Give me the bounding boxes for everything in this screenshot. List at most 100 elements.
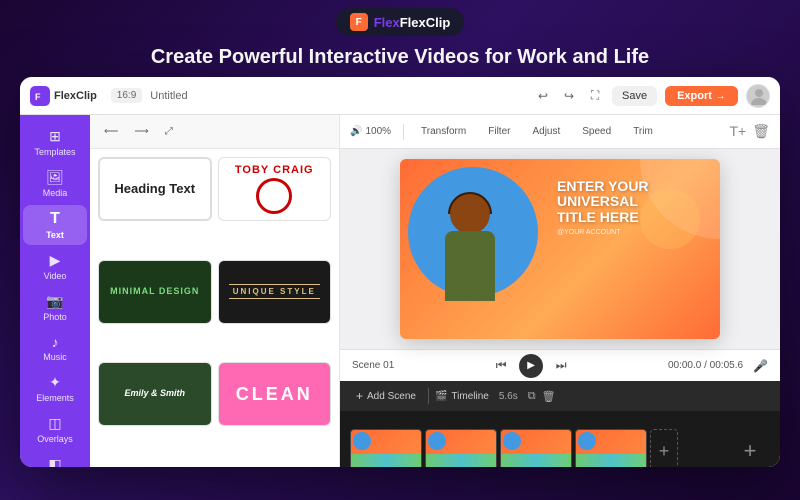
export-button[interactable]: Export →	[665, 86, 738, 106]
redo-icon[interactable]: ↪	[560, 87, 578, 105]
sidebar-label-overlays: Overlays	[37, 434, 73, 444]
app-header: F FlexClip 16:9 Untitled ↩ ↪ ⛶ Save Expo…	[20, 77, 780, 115]
skip-fwd-button[interactable]: ⏭	[551, 356, 571, 376]
project-name: Untitled	[150, 90, 187, 102]
sidebar-item-media[interactable]: 🖼 Media	[23, 164, 87, 203]
clip-thumb-4[interactable]	[575, 429, 647, 467]
sidebar-item-bkground[interactable]: ◧ BKground	[23, 451, 87, 467]
skip-back-button[interactable]: ⏮	[491, 356, 511, 376]
volume-icon: 🔊	[350, 126, 362, 137]
sidebar-item-overlays[interactable]: ◫ Overlays	[23, 410, 87, 449]
video-canvas[interactable]: ENTER YOUR UNIVERSAL TITLE HERE @YOUR AC…	[400, 159, 720, 339]
logo-badge: F FlexFlexClip	[336, 8, 465, 36]
canvas-person	[400, 169, 540, 329]
timeline-button[interactable]: 🎬 Timeline	[435, 391, 489, 402]
undo-icon[interactable]: ↩	[534, 87, 552, 105]
play-button[interactable]: ▶	[519, 354, 543, 378]
toby-content: TOBY CRAIG	[235, 164, 314, 214]
sidebar-label-music: Music	[43, 352, 67, 362]
clip-audio-1	[351, 454, 421, 467]
timeline-icon: 🎬	[435, 391, 447, 402]
tl-divider-1	[428, 388, 429, 404]
clip-thumb-1[interactable]	[350, 429, 422, 467]
app-logo: F FlexClip	[30, 86, 97, 106]
template-card-emily[interactable]: Emily & Smith	[98, 362, 212, 426]
bkground-icon: ◧	[48, 456, 61, 467]
sidebar-label-photo: Photo	[43, 312, 67, 322]
clean-text: CLEAN	[236, 384, 313, 405]
delete-icon[interactable]: 🗑	[752, 123, 770, 140]
emily-text: Emily & Smith	[124, 388, 185, 400]
toolbar-icons: ↩ ↪ ⛶	[534, 87, 604, 105]
template-card-unique[interactable]: UNIQUE STYLE	[218, 260, 332, 324]
fullscreen-icon[interactable]: ⛶	[586, 87, 604, 105]
elements-icon: ✦	[49, 374, 61, 391]
sidebar-item-photo[interactable]: 📷 Photo	[23, 288, 87, 327]
speed-button[interactable]: Speed	[577, 124, 616, 139]
page-headline: Create Powerful Interactive Videos for W…	[151, 40, 649, 77]
clip-audio-2	[426, 454, 496, 467]
transform-button[interactable]: Transform	[416, 124, 471, 139]
sidebar-item-music[interactable]: ♪ Music	[23, 329, 87, 367]
toby-circle	[256, 178, 292, 214]
sidebar-item-video[interactable]: ▶ Video	[23, 247, 87, 286]
filter-button[interactable]: Filter	[483, 124, 515, 139]
clip-thumb-2[interactable]	[425, 429, 497, 467]
template-card-toby[interactable]: TOBY CRAIG	[218, 157, 332, 221]
unique-text: UNIQUE STYLE	[229, 284, 320, 299]
filmstrip-clips: +	[350, 429, 726, 467]
avatar[interactable]	[746, 84, 770, 108]
sidebar-label-video: Video	[44, 271, 67, 281]
tl-copy-icon[interactable]: ⧉	[528, 390, 536, 403]
volume-control[interactable]: 🔊 100%	[350, 126, 391, 137]
add-text-icon[interactable]: T+	[729, 123, 746, 140]
sidebar-item-templates[interactable]: ⊞ Templates	[23, 123, 87, 162]
toby-name-text: TOBY CRAIG	[235, 164, 314, 176]
sidebar-label-media: Media	[43, 188, 68, 198]
clip-thumb-3[interactable]	[500, 429, 572, 467]
playback-volume-btn[interactable]: 🎤	[753, 359, 768, 373]
timeline-label: Timeline	[451, 391, 488, 402]
save-button[interactable]: Save	[612, 86, 657, 106]
person-figure	[425, 189, 515, 329]
canvas-subtitle: @YOUR ACCOUNT	[557, 229, 712, 236]
timeline-actions: ⧉ 🗑	[528, 390, 556, 403]
text-icon: T	[50, 210, 60, 228]
toolbar-right: T+ 🗑	[729, 123, 770, 140]
template-card-heading[interactable]: Heading Text	[98, 157, 212, 221]
tl-delete-icon[interactable]: 🗑	[542, 390, 556, 403]
app-body: ⊞ Templates 🖼 Media T Text ▶ Video 📷 Pho…	[20, 115, 780, 467]
panel-tool-2[interactable]: ⟶	[130, 124, 152, 139]
templates-grid: Heading Text TOBY CRAIG MINIMAL DESIGN U…	[90, 149, 339, 467]
overlays-icon: ◫	[48, 415, 61, 432]
timeline-bar: + Add Scene 🎬 Timeline 5.6s ⧉ 🗑	[340, 381, 780, 411]
clip-circle-3	[503, 432, 521, 450]
video-icon: ▶	[50, 252, 61, 269]
panel-tool-1[interactable]: ⟵	[100, 124, 122, 139]
editor-toolbar: 🔊 100% Transform Filter Adjust Speed Tri…	[340, 115, 780, 149]
adjust-button[interactable]: Adjust	[527, 124, 565, 139]
template-card-clean[interactable]: CLEAN	[218, 362, 332, 426]
sidebar-item-text[interactable]: T Text	[23, 205, 87, 245]
add-clip-button[interactable]: +	[650, 429, 678, 467]
top-bar: F FlexFlexClip	[0, 0, 800, 40]
app-logo-text-small: FlexClip	[54, 90, 97, 102]
add-scene-icon: +	[356, 389, 363, 403]
timeline-duration: 5.6s	[499, 391, 518, 402]
sidebar-item-elements[interactable]: ✦ Elements	[23, 369, 87, 408]
logo-icon: F	[350, 13, 368, 31]
panel-toolbar: ⟵ ⟶ ⤢	[90, 115, 339, 149]
playback-bar: Scene 01 ⏮ ▶ ⏭ 00:00.0 / 00:05.6 🎤	[340, 349, 780, 381]
music-icon: ♪	[52, 334, 59, 350]
canvas-area: ENTER YOUR UNIVERSAL TITLE HERE @YOUR AC…	[340, 149, 780, 349]
sidebar-label-elements: Elements	[36, 393, 74, 403]
volume-pct: 100%	[365, 126, 391, 137]
add-scene-label: Add Scene	[367, 391, 416, 402]
add-scene-right-button[interactable]: +	[730, 429, 770, 467]
template-card-minimal[interactable]: MINIMAL DESIGN	[98, 260, 212, 324]
panel-tool-3[interactable]: ⤢	[161, 124, 177, 139]
sidebar-label-templates: Templates	[34, 147, 75, 157]
minimal-text: MINIMAL DESIGN	[110, 286, 199, 297]
add-scene-button[interactable]: + Add Scene	[350, 386, 422, 406]
trim-button[interactable]: Trim	[628, 124, 658, 139]
